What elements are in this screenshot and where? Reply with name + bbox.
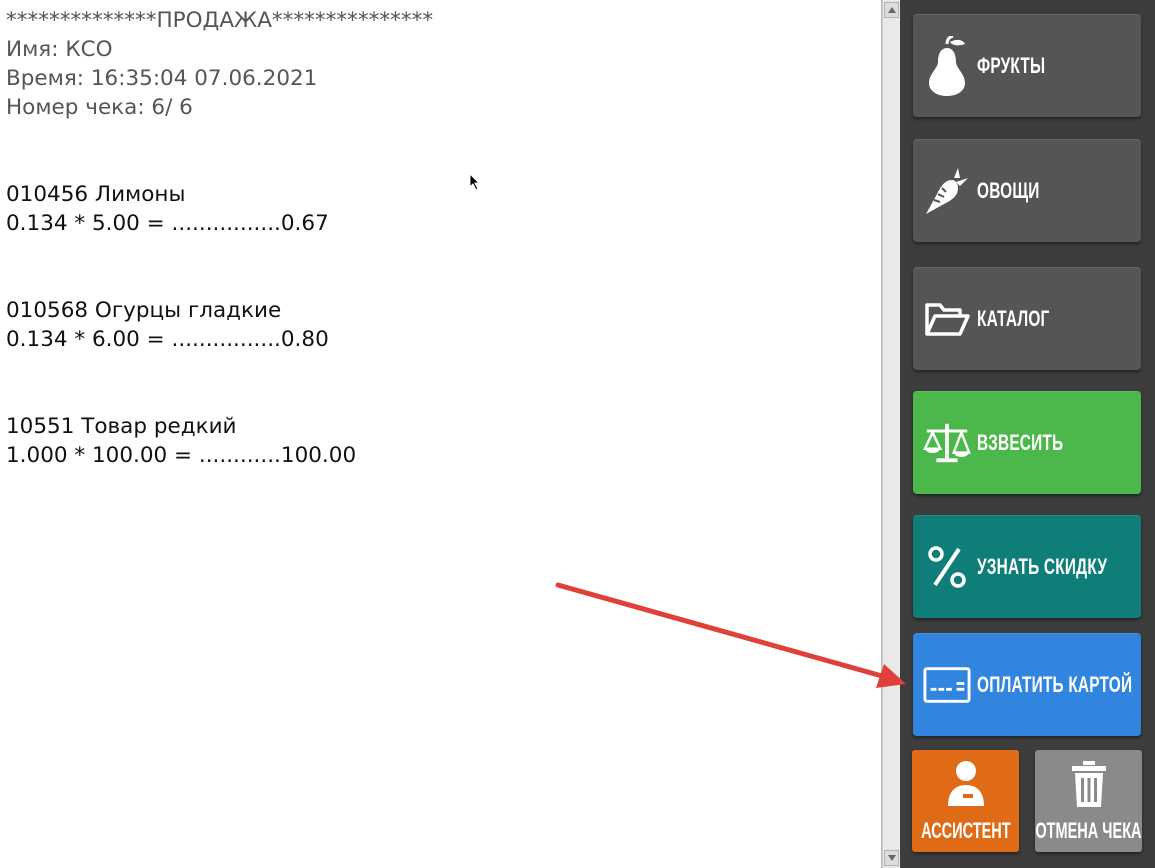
side-panel: ФРУКТЫ ОВОЩИ КАТАЛОГ ВЗВЕСИТЬ УЗНАТЬ СКИ… — [900, 0, 1155, 868]
receipt-time: Время: 16:35:04 07.06.2021 — [6, 66, 318, 91]
credit-card-icon — [923, 655, 971, 715]
discount-button[interactable]: УЗНАТЬ СКИДКУ — [913, 515, 1141, 618]
receipt-pane: **************ПРОДАЖА*************** Имя:… — [0, 0, 882, 868]
folder-icon — [923, 289, 971, 349]
receipt-check-number: Номер чека: 6/ 6 — [6, 95, 193, 120]
fruits-label: ФРУКТЫ — [977, 53, 1046, 78]
catalog-button[interactable]: КАТАЛОГ — [913, 267, 1141, 370]
item-1-calc: 0.134 * 5.00 = ................0.67 — [6, 211, 329, 236]
item-2-calc: 0.134 * 6.00 = ................0.80 — [6, 327, 329, 352]
discount-label: УЗНАТЬ СКИДКУ — [977, 554, 1108, 579]
vegetables-button[interactable]: ОВОЩИ — [913, 139, 1141, 242]
scroll-down-button[interactable] — [884, 850, 899, 866]
pay-card-button[interactable]: ОПЛАТИТЬ КАРТОЙ — [913, 633, 1141, 736]
assistant-label: АССИСТЕНТ — [920, 818, 1011, 843]
percent-icon — [923, 537, 971, 597]
carrot-icon — [923, 161, 971, 221]
receipt-header: **************ПРОДАЖА*************** — [6, 8, 434, 33]
pay-card-label: ОПЛАТИТЬ КАРТОЙ — [977, 672, 1133, 697]
user-icon — [947, 760, 985, 812]
fruits-button[interactable]: ФРУКТЫ — [913, 14, 1141, 117]
item-3-title: 10551 Товар редкий — [6, 414, 237, 439]
chevron-down-icon — [887, 855, 896, 861]
pear-icon — [923, 36, 971, 96]
mouse-cursor-icon — [469, 173, 481, 191]
trash-icon — [1071, 760, 1107, 812]
vegetables-label: ОВОЩИ — [977, 178, 1040, 203]
receipt-name: Имя: КСО — [6, 37, 113, 62]
scales-icon — [923, 413, 971, 473]
weigh-label: ВЗВЕСИТЬ — [977, 430, 1064, 455]
scroll-up-button[interactable] — [884, 2, 899, 18]
catalog-label: КАТАЛОГ — [977, 306, 1050, 331]
cancel-check-button[interactable]: ОТМЕНА ЧЕКА — [1035, 750, 1142, 852]
item-2-title: 010568 Огурцы гладкие — [6, 298, 282, 323]
item-3-calc: 1.000 * 100.00 = ............100.00 — [6, 443, 357, 468]
item-1-title: 010456 Лимоны — [6, 182, 186, 207]
receipt-text: **************ПРОДАЖА*************** Имя:… — [6, 6, 433, 470]
assistant-button[interactable]: АССИСТЕНТ — [912, 750, 1019, 852]
weigh-button[interactable]: ВЗВЕСИТЬ — [913, 391, 1141, 494]
chevron-up-icon — [887, 7, 896, 13]
receipt-scrollbar[interactable] — [882, 0, 900, 868]
cancel-check-label: ОТМЕНА ЧЕКА — [1035, 818, 1142, 843]
